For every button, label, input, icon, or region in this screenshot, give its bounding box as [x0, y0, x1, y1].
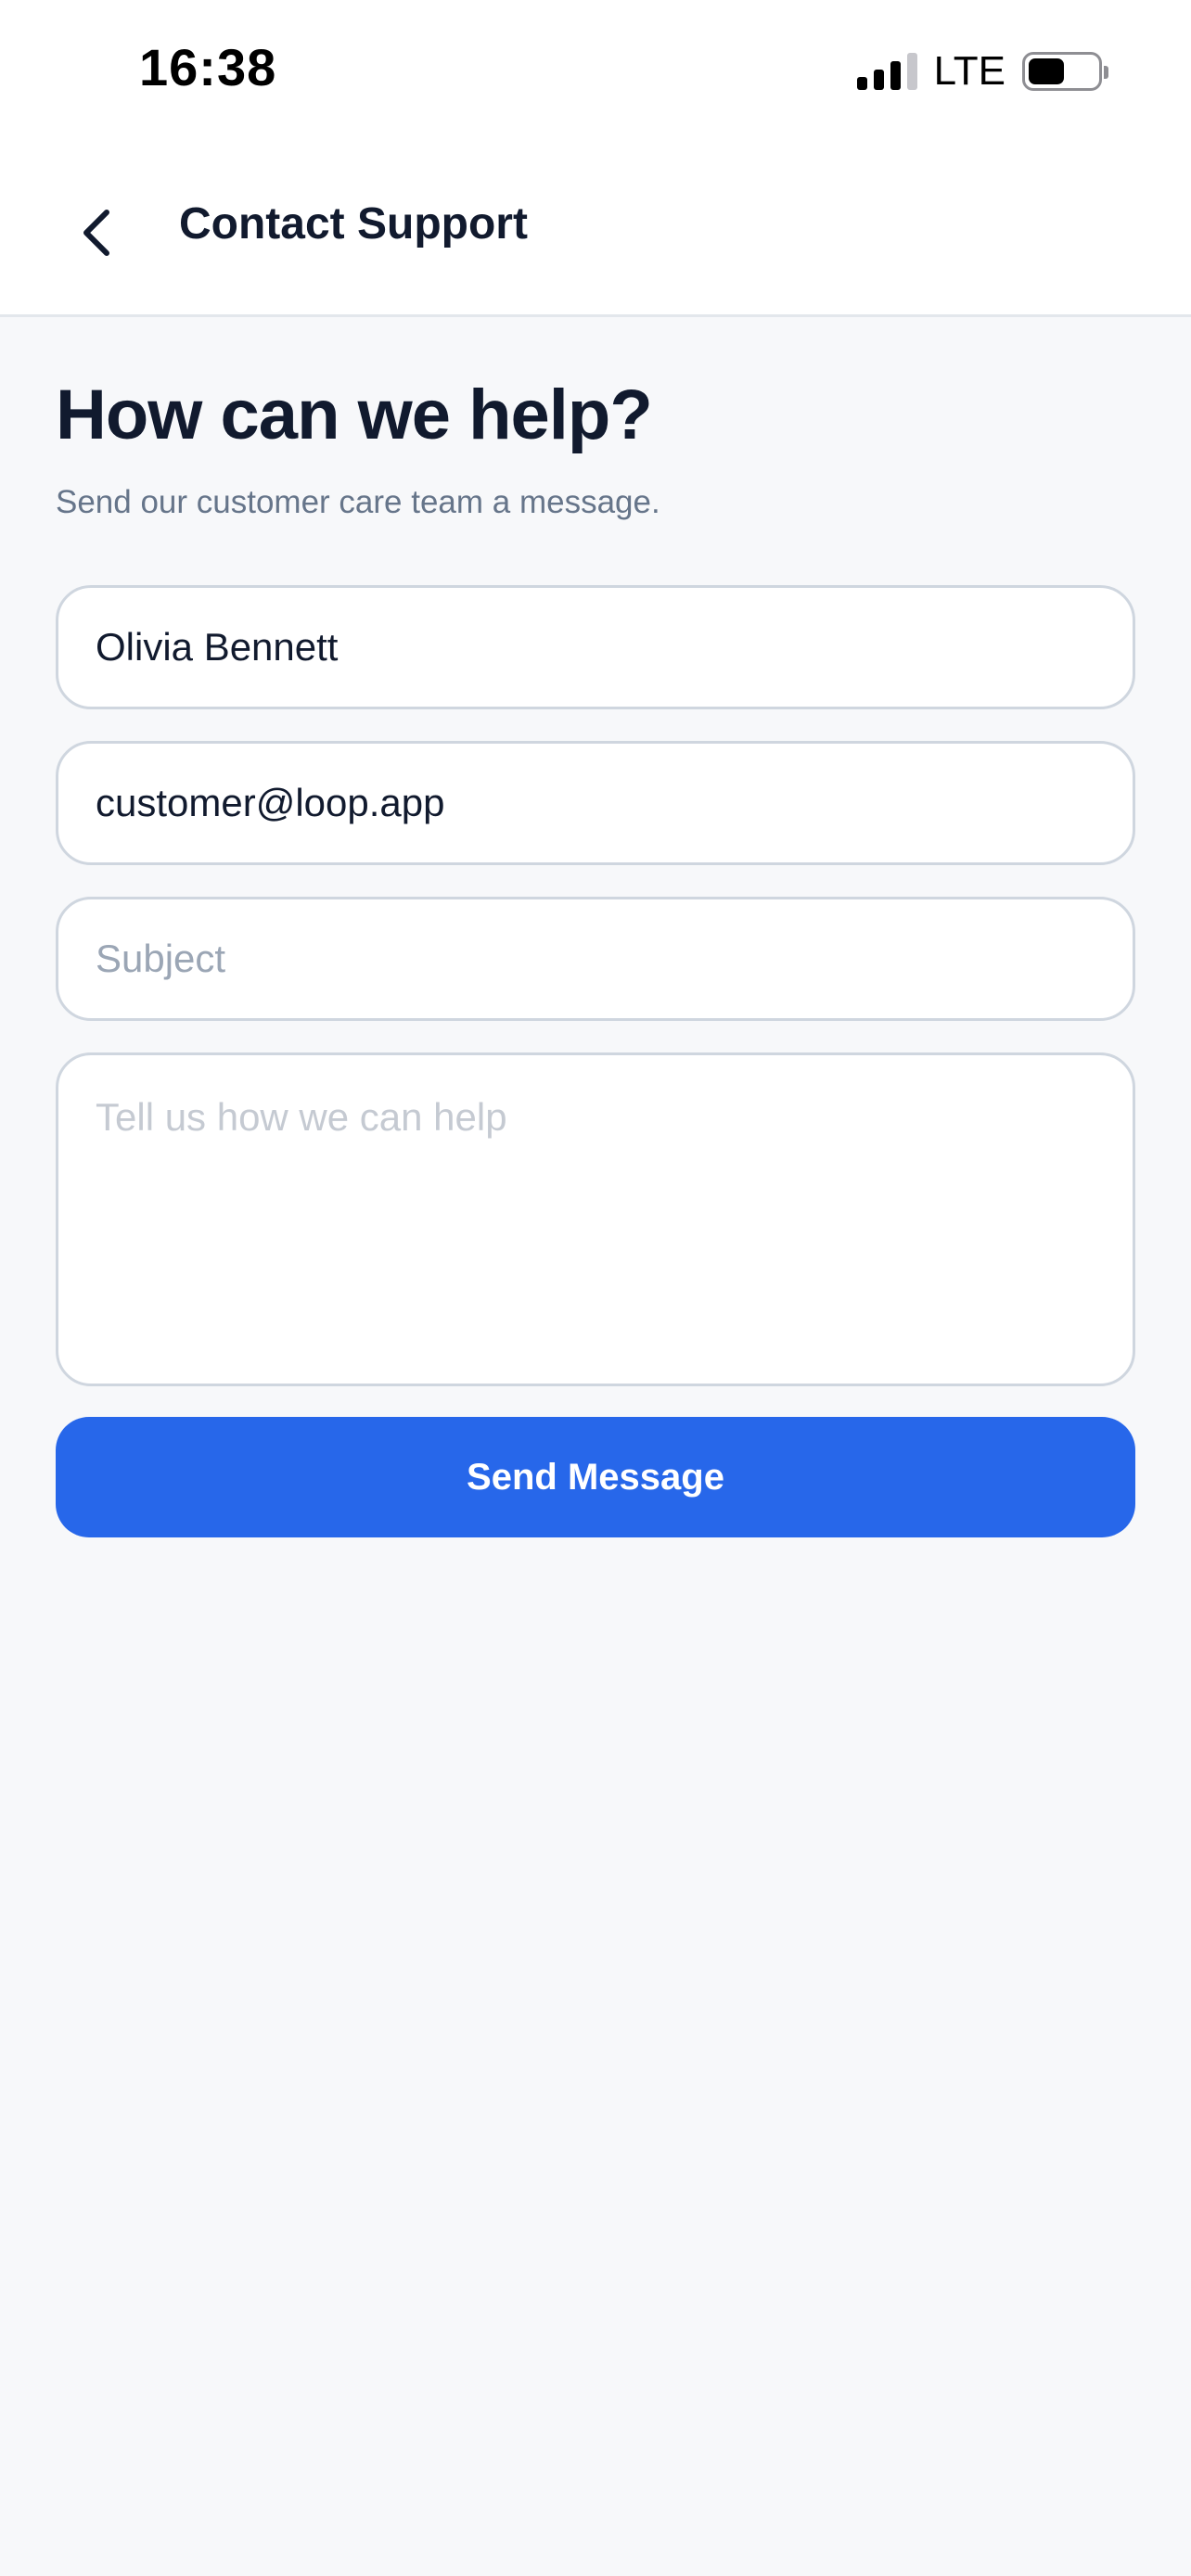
- send-message-button[interactable]: Send Message: [56, 1417, 1135, 1537]
- email-field[interactable]: [56, 741, 1135, 865]
- chevron-left-icon: [83, 210, 109, 256]
- nav-header: Contact Support: [0, 139, 1191, 317]
- subject-field[interactable]: [56, 897, 1135, 1021]
- network-label: LTE: [933, 48, 1005, 94]
- page-title: Contact Support: [179, 199, 528, 249]
- message-field[interactable]: [56, 1052, 1135, 1386]
- battery-icon: [1022, 52, 1108, 91]
- status-indicators: LTE: [856, 48, 1108, 95]
- status-bar: 16:38 LTE: [0, 0, 1191, 139]
- hero-subtitle: Send our customer care team a message.: [56, 484, 660, 520]
- back-button[interactable]: [56, 191, 139, 274]
- hero-title: How can we help?: [56, 376, 653, 454]
- signal-icon: [856, 53, 917, 90]
- name-field[interactable]: [56, 585, 1135, 709]
- status-time: 16:38: [139, 38, 277, 96]
- contact-support-screen: 16:38 LTE Contact Support How can we hel…: [0, 0, 1191, 2576]
